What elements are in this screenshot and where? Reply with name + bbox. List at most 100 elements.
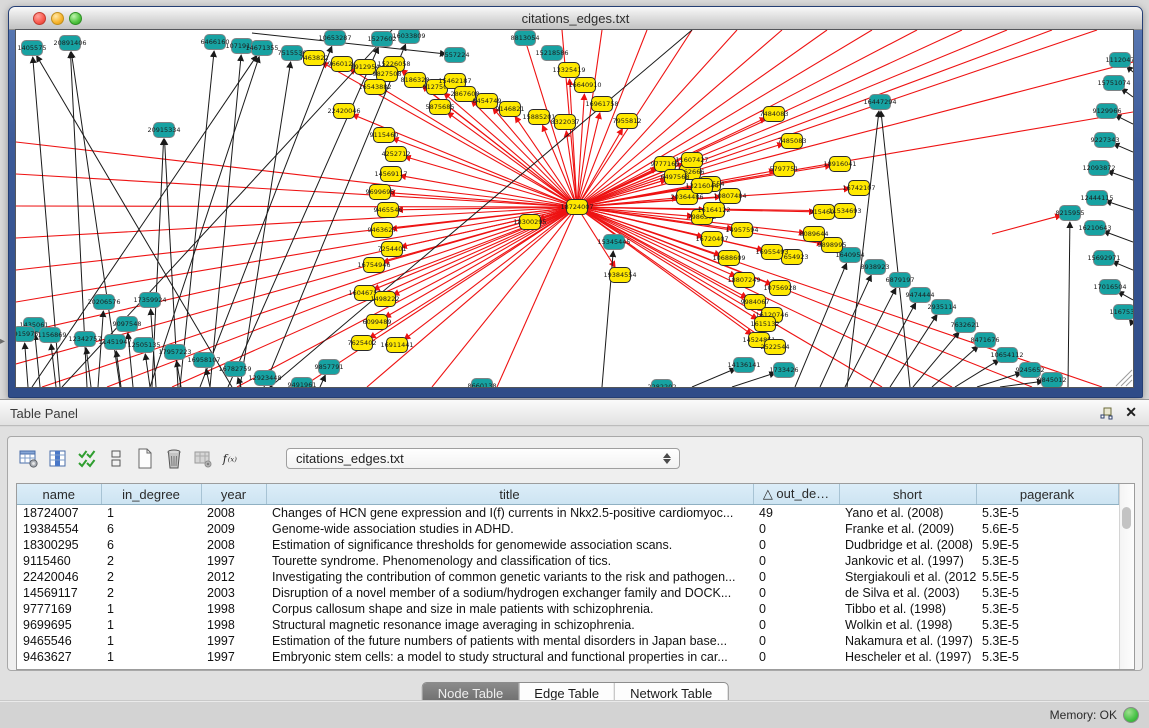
network-node[interactable] bbox=[732, 223, 753, 238]
network-node[interactable] bbox=[604, 235, 625, 250]
network-node[interactable] bbox=[555, 115, 576, 130]
cell[interactable]: 1 bbox=[101, 505, 201, 522]
select-rows-icon[interactable] bbox=[76, 447, 98, 471]
cell[interactable]: 5.3E-5 bbox=[976, 649, 1118, 665]
column-header-1[interactable]: in_degree bbox=[101, 484, 201, 505]
network-node[interactable] bbox=[430, 100, 451, 115]
cell[interactable]: 0 bbox=[753, 585, 839, 601]
new-table-icon[interactable] bbox=[134, 447, 156, 471]
network-node[interactable] bbox=[94, 295, 115, 310]
network-node[interactable] bbox=[870, 95, 891, 110]
network-node[interactable] bbox=[559, 63, 580, 78]
network-node[interactable] bbox=[292, 378, 313, 388]
cell[interactable]: 2009 bbox=[201, 521, 266, 537]
network-node[interactable] bbox=[755, 317, 776, 332]
cell[interactable]: 0 bbox=[753, 617, 839, 633]
network-node[interactable] bbox=[704, 203, 725, 218]
network-node[interactable] bbox=[932, 300, 953, 315]
cell[interactable]: 2008 bbox=[201, 537, 266, 553]
network-node[interactable] bbox=[1097, 104, 1118, 119]
network-node[interactable] bbox=[252, 41, 273, 56]
network-node[interactable] bbox=[665, 170, 686, 185]
network-node[interactable] bbox=[332, 57, 353, 72]
network-node[interactable] bbox=[472, 379, 493, 388]
network-node[interactable] bbox=[75, 332, 96, 347]
cell[interactable]: 9463627 bbox=[17, 649, 101, 665]
column-header-6[interactable]: pagerank bbox=[976, 484, 1118, 505]
network-node[interactable] bbox=[16, 327, 35, 342]
network-node[interactable] bbox=[774, 162, 795, 177]
cell[interactable]: Disruption of a novel member of a sodium… bbox=[266, 585, 753, 601]
network-node[interactable] bbox=[1089, 161, 1110, 176]
cell[interactable]: 2 bbox=[101, 569, 201, 585]
network-node[interactable] bbox=[997, 348, 1018, 363]
table-row[interactable]: 969969511998Structural magnetic resonanc… bbox=[17, 617, 1118, 633]
cell[interactable]: Yano et al. (2008) bbox=[839, 505, 976, 522]
network-node[interactable] bbox=[282, 46, 303, 61]
cell[interactable]: 2 bbox=[101, 585, 201, 601]
network-node[interactable] bbox=[804, 227, 825, 242]
network-node[interactable] bbox=[542, 46, 563, 61]
network-node[interactable] bbox=[652, 380, 673, 388]
table-row[interactable]: 1938455462009Genome-wide association stu… bbox=[17, 521, 1118, 537]
network-node[interactable] bbox=[1087, 191, 1108, 206]
cell[interactable]: 5.3E-5 bbox=[976, 633, 1118, 649]
network-node[interactable] bbox=[60, 36, 81, 51]
network-node[interactable] bbox=[370, 185, 391, 200]
cell[interactable]: 6 bbox=[101, 537, 201, 553]
table-scrollbar[interactable] bbox=[1119, 484, 1134, 669]
table-scrollbar-thumb[interactable] bbox=[1122, 507, 1131, 529]
cell[interactable]: Hescheler et al. (1997) bbox=[839, 649, 976, 665]
cell[interactable]: 22420046 bbox=[17, 569, 101, 585]
cell[interactable]: 5.3E-5 bbox=[976, 617, 1118, 633]
close-panel-icon[interactable]: ✕ bbox=[1125, 404, 1137, 421]
cell[interactable]: 0 bbox=[753, 633, 839, 649]
cell[interactable]: 1 bbox=[101, 649, 201, 665]
cell[interactable]: Investigating the contribution of common… bbox=[266, 569, 753, 585]
cell[interactable]: 9699695 bbox=[17, 617, 101, 633]
network-node[interactable] bbox=[782, 250, 803, 265]
network-node[interactable] bbox=[154, 123, 175, 138]
cell[interactable]: Wolkin et al. (1998) bbox=[839, 617, 976, 633]
network-node[interactable] bbox=[1095, 133, 1116, 148]
network-node[interactable] bbox=[140, 293, 161, 308]
cell[interactable]: 0 bbox=[753, 601, 839, 617]
cell[interactable]: 2008 bbox=[201, 505, 266, 522]
table-selector-dropdown[interactable]: citations_edges.txt bbox=[286, 448, 680, 469]
network-node[interactable] bbox=[355, 60, 376, 75]
cell[interactable]: 1 bbox=[101, 633, 201, 649]
network-node[interactable] bbox=[702, 232, 723, 247]
network-node[interactable] bbox=[325, 31, 346, 46]
network-node[interactable] bbox=[304, 51, 325, 66]
network-node[interactable] bbox=[255, 371, 276, 386]
minimize-window-button[interactable] bbox=[51, 12, 64, 25]
column-header-2[interactable]: year bbox=[201, 484, 266, 505]
cell[interactable]: 2003 bbox=[201, 585, 266, 601]
network-node[interactable] bbox=[720, 189, 741, 204]
cell[interactable]: Changes of HCN gene expression and I(f) … bbox=[266, 505, 753, 522]
cell[interactable]: 2 bbox=[101, 553, 201, 569]
cell[interactable]: 9115460 bbox=[17, 553, 101, 569]
network-node[interactable] bbox=[372, 32, 393, 47]
column-header-4[interactable]: △ out_de… bbox=[753, 484, 839, 505]
network-node[interactable] bbox=[529, 110, 550, 125]
show-column-icon[interactable] bbox=[47, 447, 69, 471]
network-node[interactable] bbox=[378, 203, 399, 218]
cell[interactable]: Nakamura et al. (1997) bbox=[839, 633, 976, 649]
network-node[interactable] bbox=[455, 87, 476, 102]
network-node[interactable] bbox=[745, 295, 766, 310]
network-node[interactable] bbox=[500, 102, 521, 117]
cell[interactable]: 1 bbox=[101, 601, 201, 617]
network-node[interactable] bbox=[372, 223, 393, 238]
table-row[interactable]: 1872400712008Changes of HCN gene express… bbox=[17, 505, 1118, 522]
table-row[interactable]: 977716911998Corpus callosum shape and si… bbox=[17, 601, 1118, 617]
network-node[interactable] bbox=[682, 153, 703, 168]
table-row[interactable]: 946554611997Estimation of the future num… bbox=[17, 633, 1118, 649]
cell[interactable]: 18724007 bbox=[17, 505, 101, 522]
network-node[interactable] bbox=[822, 238, 843, 253]
network-node[interactable] bbox=[374, 128, 395, 143]
cell[interactable]: Tibbo et al. (1998) bbox=[839, 601, 976, 617]
network-node[interactable] bbox=[165, 345, 186, 360]
network-node[interactable] bbox=[1110, 53, 1131, 68]
cell[interactable]: 0 bbox=[753, 521, 839, 537]
